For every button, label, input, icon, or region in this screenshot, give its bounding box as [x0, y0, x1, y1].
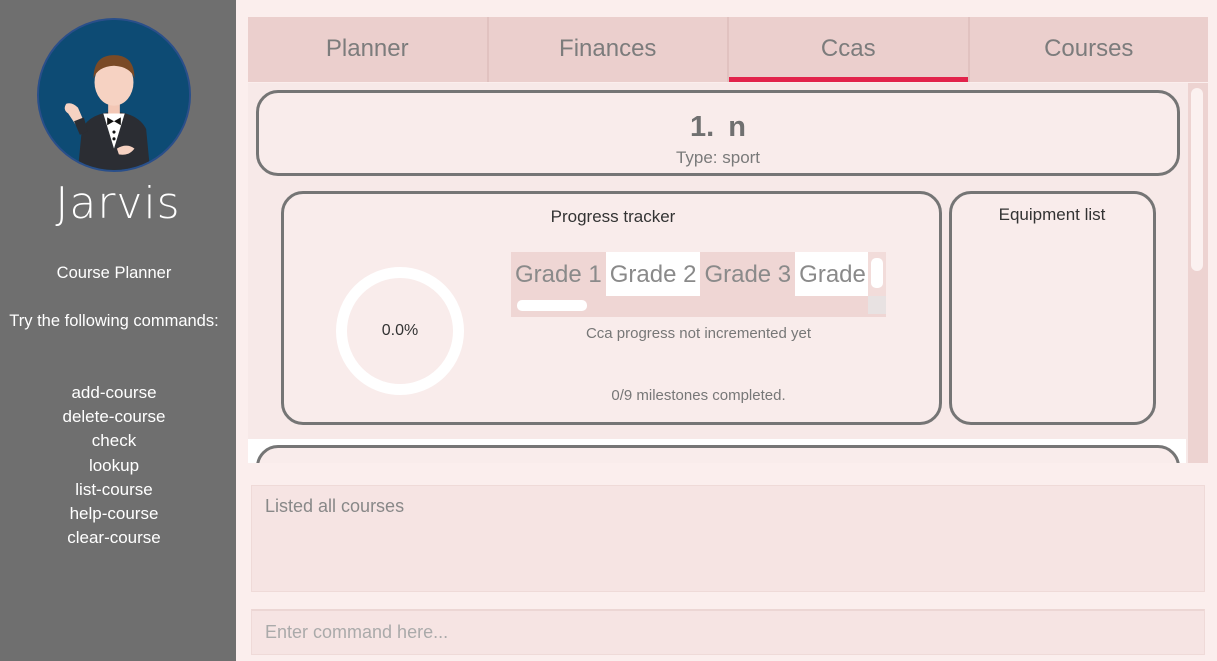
milestone-vertical-scroll-thumb[interactable]: [871, 258, 883, 288]
cca-title: 1. n: [259, 111, 1177, 144]
milestones-completed: 0/9 milestones completed.: [611, 387, 786, 404]
milestone-row: Grade 1 Grade 2 Grade 3 Grade: [511, 252, 870, 296]
cca-header-card: 1. n Type: sport: [256, 90, 1180, 176]
tab-ccas[interactable]: Ccas: [729, 17, 970, 82]
tab-bar: Planner Finances Ccas Courses: [248, 17, 1208, 82]
tab-finances[interactable]: Finances: [489, 17, 729, 82]
scroll-corner: [868, 296, 886, 314]
milestone-horizontal-scrollbar[interactable]: [511, 296, 868, 314]
command-input[interactable]: [251, 609, 1205, 655]
sidebar-subtitle: Course Planner: [56, 264, 172, 282]
command-item: help-course: [69, 504, 159, 524]
milestone-vertical-scrollbar[interactable]: [868, 252, 886, 296]
progress-percent: 0.0%: [381, 322, 419, 339]
cca-name: n: [728, 111, 746, 143]
command-item: clear-course: [67, 528, 161, 548]
tab-planner[interactable]: Planner: [248, 17, 489, 82]
milestone-item: Grade: [795, 252, 870, 296]
app-name: Jarvis: [55, 178, 181, 229]
next-cca-card[interactable]: [256, 445, 1180, 463]
milestone-list[interactable]: Grade 1 Grade 2 Grade 3 Grade: [511, 252, 886, 317]
command-list: add-course delete-course check lookup li…: [0, 381, 228, 550]
cca-list-panel: 1. n Type: sport Progress tracker 0.0% Gr…: [248, 83, 1208, 463]
milestone-item: Grade 2: [605, 252, 701, 296]
sidebar: Jarvis Course Planner Try the following …: [0, 0, 236, 661]
equipment-list-card: Equipment list: [949, 191, 1156, 425]
butler-avatar-icon: [37, 18, 191, 172]
equipment-list-heading: Equipment list: [998, 205, 1106, 224]
progress-tracker-heading: Progress tracker: [550, 207, 676, 226]
cca-progress-status: Cca progress not incremented yet: [585, 325, 812, 342]
cca-type: Type: sport: [675, 148, 761, 167]
command-item: check: [91, 431, 137, 451]
command-item: list-course: [75, 479, 153, 499]
command-item: add-course: [71, 383, 157, 402]
cca-index: 1.: [690, 111, 715, 143]
milestone-item: Grade 3: [704, 261, 792, 288]
result-text: Listed all courses: [265, 496, 405, 516]
command-item: delete-course: [62, 407, 166, 427]
cca-list-scroll-thumb[interactable]: [1191, 88, 1203, 271]
cca-list-scrollbar[interactable]: [1188, 83, 1208, 463]
progress-ring: 0.0%: [336, 267, 464, 395]
milestone-horizontal-scroll-thumb[interactable]: [517, 300, 587, 311]
tab-courses[interactable]: Courses: [970, 17, 1209, 82]
result-display: Listed all courses: [251, 485, 1205, 592]
command-item: lookup: [88, 455, 140, 475]
progress-tracker-card: Progress tracker 0.0% Grade 1 Grade 2 Gr…: [281, 191, 942, 425]
sidebar-hint: Try the following commands:: [9, 312, 219, 330]
milestone-item: Grade 1: [515, 261, 602, 288]
